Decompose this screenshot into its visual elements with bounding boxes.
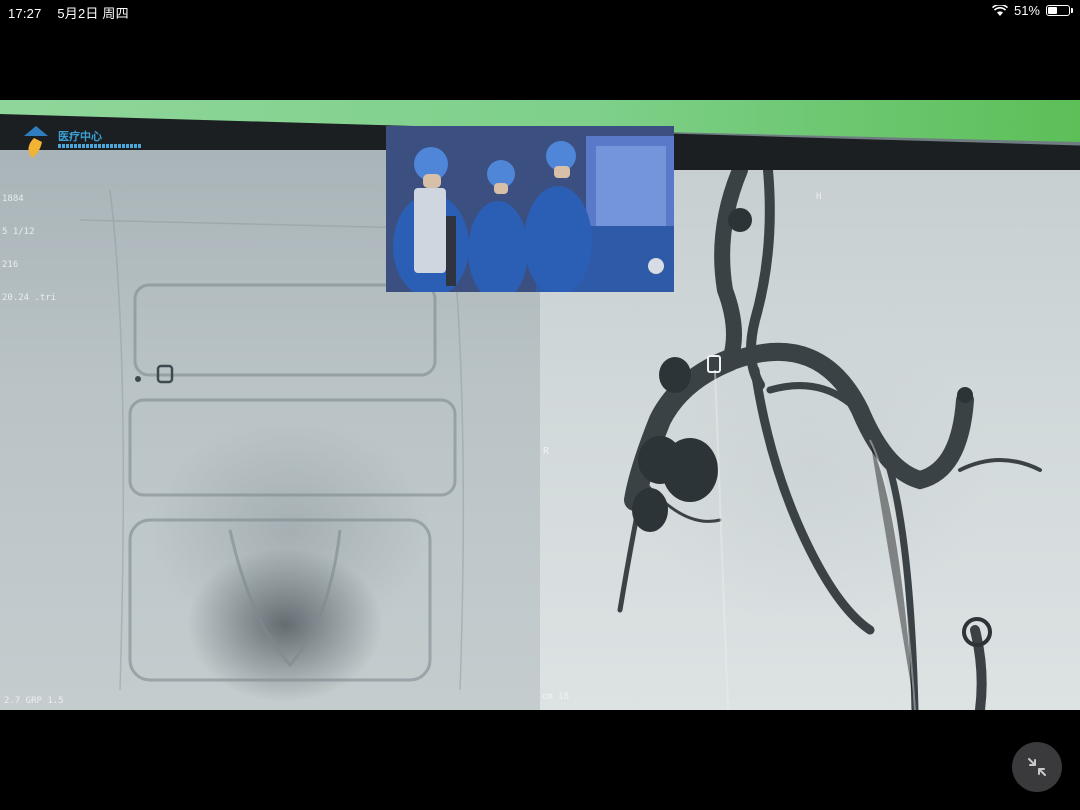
status-date: 5月2日 周四 bbox=[57, 6, 129, 21]
status-time: 17:27 bbox=[8, 6, 42, 21]
wifi-icon bbox=[991, 4, 1008, 16]
status-bar: 17:27 5月2日 周四 51% bbox=[0, 0, 1080, 22]
left-info-line-4: 20.24 .tri bbox=[2, 293, 57, 303]
exit-fullscreen-button[interactable] bbox=[1012, 742, 1062, 792]
left-panel-info: 1884 5 1/12 216 20.24 .tri bbox=[2, 172, 56, 326]
battery-icon bbox=[1046, 5, 1073, 16]
status-right: 51% bbox=[991, 3, 1073, 18]
left-info-line-2: 5 1/12 bbox=[2, 227, 35, 237]
logo-mark-icon bbox=[24, 126, 48, 158]
right-info-line-1: cm 18 bbox=[542, 692, 570, 702]
collapse-arrows-icon bbox=[1028, 758, 1046, 776]
battery-fill bbox=[1048, 7, 1058, 14]
right-corner-mark: H bbox=[816, 192, 822, 202]
logo-name: 医疗中心 bbox=[58, 131, 102, 143]
left-info-line-1: 1884 bbox=[2, 194, 24, 204]
left-panel-bottom-info: 2.7 GRP 1.5 bbox=[4, 696, 64, 706]
right-side-mark: R bbox=[543, 446, 550, 457]
pip-camera-view bbox=[386, 126, 674, 292]
battery-percent: 51% bbox=[1013, 3, 1040, 18]
operating-room-graphic bbox=[386, 126, 674, 292]
left-info-line-3: 216 bbox=[2, 260, 19, 270]
video-player[interactable]: 1884 5 1/12 216 20.24 .tri 2.7 GRP 1.5 H… bbox=[0, 100, 1080, 710]
logo-subtitle bbox=[58, 144, 142, 148]
hospital-logo: 医疗中心 bbox=[20, 122, 145, 160]
right-panel-bottom-info: cm 18 A 3884 bbox=[542, 670, 569, 710]
status-left: 17:27 5月2日 周四 bbox=[8, 3, 141, 22]
